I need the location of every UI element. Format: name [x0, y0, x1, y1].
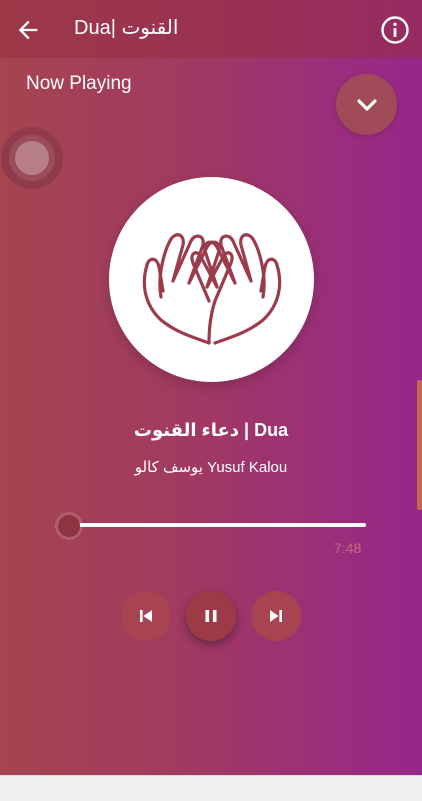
bubble-dot-icon [15, 141, 49, 175]
praying-hands-icon [142, 232, 281, 345]
pause-icon [205, 610, 217, 622]
app-bar: Dua| القنوت [0, 0, 422, 58]
collapse-player-button[interactable] [336, 74, 397, 135]
album-artwork [109, 177, 314, 382]
skip-previous-icon [140, 610, 152, 622]
page-title: Dua| القنوت [74, 17, 179, 39]
back-button[interactable] [12, 14, 44, 46]
side-drawer-handle[interactable] [417, 380, 422, 510]
seek-thumb[interactable] [58, 515, 80, 537]
info-circle-icon [381, 16, 409, 44]
next-button[interactable] [251, 591, 301, 641]
play-pause-button[interactable] [186, 591, 236, 641]
info-button[interactable] [380, 15, 410, 45]
skip-next-icon [270, 610, 282, 622]
arrow-left-icon [18, 20, 38, 40]
player-screen: Dua| القنوت Now Playing دعاء القنوت | Du… [0, 0, 422, 775]
now-playing-label: Now Playing [26, 73, 132, 94]
seek-bar[interactable] [58, 523, 366, 527]
chevron-down-icon [356, 98, 377, 111]
previous-button[interactable] [121, 591, 171, 641]
track-artist: يوسف كالو Yusuf Kalou [134, 459, 288, 476]
system-navigation-bar [0, 775, 422, 801]
track-title: دعاء القنوت | Dua [133, 420, 289, 440]
track-duration: 7:48 [334, 540, 362, 556]
floating-bubble-button[interactable] [1, 127, 63, 189]
